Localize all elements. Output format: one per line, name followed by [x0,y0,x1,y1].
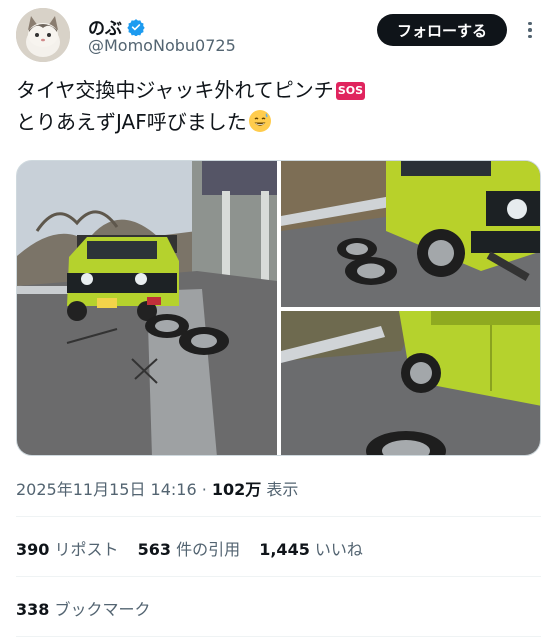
more-icon[interactable] [520,16,540,44]
tweet-header: のぶ @MomoNobu0725 フォローする [16,8,541,64]
divider [16,576,541,577]
reposts-label: リポスト [54,540,119,559]
jimny-wheel-removed-photo [281,161,540,307]
verified-badge-icon [127,18,145,36]
meta-separator: · [196,480,212,499]
tweet-line-1: タイヤ交換中ジャッキ外れてピンチ SOS [16,74,536,106]
sos-emoji-icon: SOS [335,82,366,100]
likes-count: 1,445 [259,540,310,559]
jimny-roadside-photo [17,161,282,455]
quotes-count: 563 [137,540,172,559]
engagement-stats: 390 リポスト 563 件の引用 1,445 いいね [16,536,377,560]
jimny-side-tire-photo [281,311,540,455]
photo-3[interactable] [281,311,540,455]
likes-label: いいね [314,540,363,559]
tweet-text: タイヤ交換中ジャッキ外れてピンチ SOS とりあえずJAF呼びました [16,74,536,138]
quotes-label: 件の引用 [176,540,241,559]
tweet-line-1-text: タイヤ交換中ジャッキ外れてピンチ [16,78,334,102]
bookmarks-label: ブックマーク [54,600,151,619]
photo-1[interactable] [17,161,282,455]
views-count: 102万 [211,480,262,499]
reposts-stat[interactable]: 390 リポスト [16,540,119,559]
tweet-line-2-text: とりあえずJAF呼びました [16,110,247,134]
divider [16,516,541,517]
tweet-timestamp[interactable]: 2025年11月15日 14:16 [16,480,197,499]
media-grid [16,160,541,456]
cat-avatar-icon [16,8,70,62]
bookmarks-stat[interactable]: 338 ブックマーク [16,596,151,620]
bookmarks-count: 338 [16,600,50,619]
divider [16,636,541,637]
views-label: 表示 [261,480,299,499]
follow-button[interactable]: フォローする [377,14,507,46]
reposts-count: 390 [16,540,50,559]
avatar[interactable] [16,8,70,62]
quotes-stat[interactable]: 563 件の引用 [138,540,241,559]
likes-stat[interactable]: 1,445 いいね [259,540,363,559]
tweet-line-2: とりあえずJAF呼びました [16,106,536,138]
tweet-meta: 2025年11月15日 14:16 · 102万 表示 [16,476,298,500]
photo-2[interactable] [281,161,540,307]
grinning-sweat-emoji-icon [248,110,271,132]
author-handle[interactable]: @MomoNobu0725 [88,36,236,55]
